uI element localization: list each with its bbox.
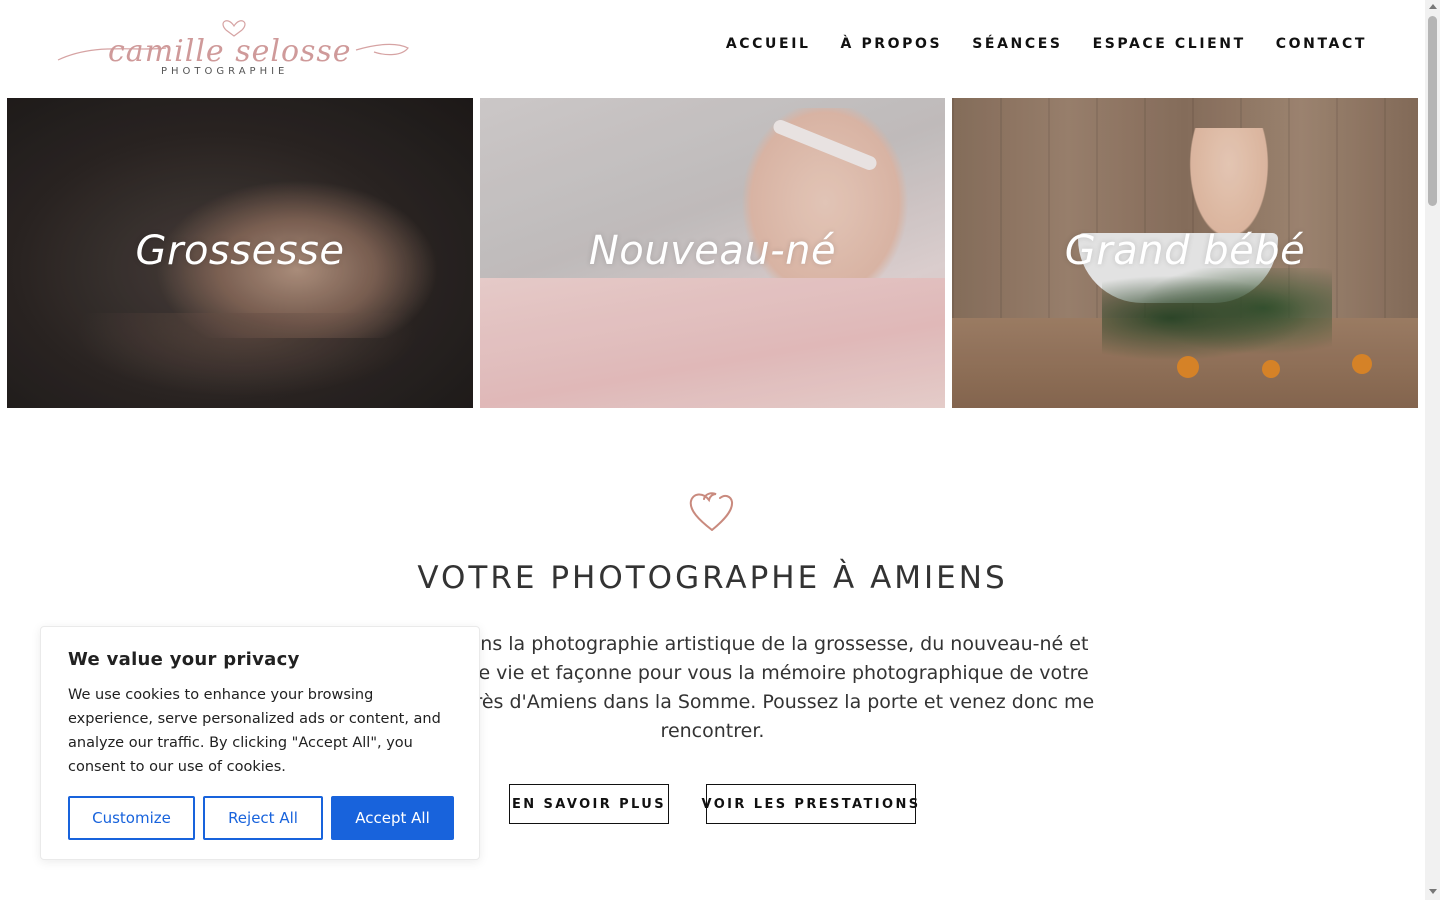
heart-icon	[689, 492, 734, 531]
site-header: camille selosse PHOTOGRAPHIE ACCUEIL À P…	[0, 0, 1425, 98]
logo[interactable]: camille selosse PHOTOGRAPHIE	[56, 12, 410, 82]
tile-label-grossesse: Grossesse	[135, 228, 345, 274]
cookie-text: We use cookies to enhance your browsing …	[68, 687, 441, 775]
nav-a-propos[interactable]: À PROPOS	[841, 36, 943, 52]
nav-contact[interactable]: CONTACT	[1276, 36, 1367, 52]
logo-script: camille selosse	[108, 34, 352, 69]
nav-seances[interactable]: SÉANCES	[972, 36, 1062, 52]
page-title: VOTRE PHOTOGRAPHE À AMIENS	[417, 560, 1008, 596]
learn-more-button[interactable]: EN SAVOIR PLUS	[509, 784, 669, 824]
scroll-down-icon[interactable]	[1429, 889, 1437, 894]
view-services-button[interactable]: VOIR LES PRESTATIONS	[702, 784, 918, 824]
tile-nouveau-ne[interactable]: Nouveau-né	[480, 98, 945, 408]
tile-label-grand-bebe: Grand bébé	[1064, 228, 1306, 274]
nav-espace-client[interactable]: ESPACE CLIENT	[1093, 36, 1246, 52]
customize-button[interactable]: Customize	[68, 796, 195, 840]
cookie-title: We value your privacy	[68, 649, 300, 670]
tile-grossesse[interactable]: Grossesse	[7, 98, 473, 408]
nav-accueil[interactable]: ACCUEIL	[726, 36, 811, 52]
tile-grand-bebe[interactable]: Grand bébé	[952, 98, 1418, 408]
cookie-banner: We value your privacy We use cookies to …	[40, 626, 480, 860]
scroll-up-icon[interactable]	[1429, 4, 1437, 9]
scroll-thumb[interactable]	[1428, 16, 1437, 206]
page-scrollbar[interactable]	[1425, 0, 1440, 900]
tile-label-nouveau-ne: Nouveau-né	[588, 228, 837, 274]
main-nav: ACCUEIL À PROPOS SÉANCES ESPACE CLIENT C…	[696, 36, 1367, 52]
accept-all-button[interactable]: Accept All	[331, 796, 454, 840]
reject-all-button[interactable]: Reject All	[203, 796, 323, 840]
logo-subtitle: PHOTOGRAPHIE	[161, 66, 289, 77]
